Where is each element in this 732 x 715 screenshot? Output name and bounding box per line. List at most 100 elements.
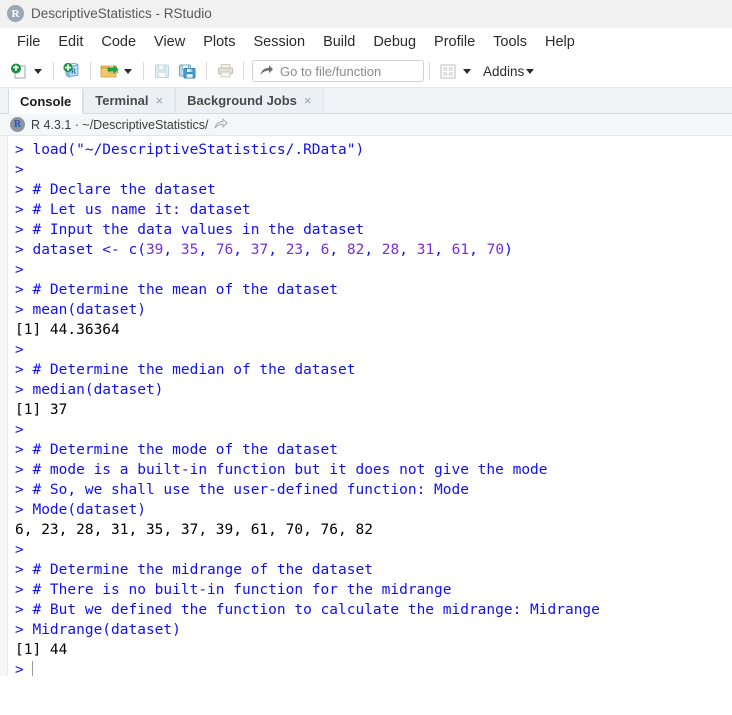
console-text-span: ,	[163, 242, 181, 258]
console-gutter	[0, 136, 8, 676]
console-text-span: ,	[434, 242, 452, 258]
menu-item-view[interactable]: View	[145, 32, 194, 52]
goto-arrow-icon	[259, 64, 274, 78]
console-text-span: ,	[399, 242, 417, 258]
menu-item-session[interactable]: Session	[244, 32, 314, 52]
console-output[interactable]: > load("~/DescriptiveStatistics/.RData")…	[9, 138, 732, 676]
console-text-span: >	[15, 662, 33, 676]
new-project-icon[interactable]: R	[59, 59, 85, 83]
console-pane-tab-bar: Console Terminal × Background Jobs ×	[0, 88, 732, 114]
addins-button[interactable]: Addins	[483, 64, 524, 79]
menu-item-file[interactable]: File	[8, 32, 49, 52]
console-input-line: >	[15, 160, 732, 180]
tab-background-jobs-label: Background Jobs	[187, 93, 297, 108]
console-input-line: > # Input the data values in the dataset	[15, 220, 732, 240]
console-text-span: 39	[145, 242, 164, 258]
console-input-line: > # There is no built-in function for th…	[15, 580, 732, 600]
tab-terminal-label: Terminal	[95, 93, 149, 108]
menu-item-plots[interactable]: Plots	[194, 32, 244, 52]
toolbar-divider	[143, 62, 144, 80]
console-input-line: > # mode is a built-in function but it d…	[15, 460, 732, 480]
page-title: DescriptiveStatistics - RStudio	[31, 6, 212, 21]
close-icon[interactable]: ×	[304, 93, 312, 108]
console-text-span: [1] 44.36364	[15, 322, 120, 338]
console-text-span: ,	[329, 242, 347, 258]
menu-item-help[interactable]: Help	[536, 32, 584, 52]
console-text-span: > # But we defined the function to calcu…	[15, 602, 600, 618]
console-text-span: 61	[451, 242, 470, 258]
new-file-icon[interactable]	[6, 59, 32, 83]
console-output-line: [1] 37	[15, 400, 732, 420]
console-text-span: > # Let us name it: dataset	[15, 202, 251, 218]
console-text-span: > # Input the data values in the dataset	[15, 222, 365, 238]
console-output-line: [1] 44	[15, 640, 732, 660]
menu-item-profile[interactable]: Profile	[425, 32, 484, 52]
save-all-icon[interactable]	[175, 59, 201, 83]
tab-terminal[interactable]: Terminal ×	[83, 88, 176, 113]
menu-bar: File Edit Code View Plots Session Build …	[0, 28, 732, 55]
console-input-line: >	[15, 260, 732, 280]
session-info-bar: R R 4.3.1 · ~/DescriptiveStatistics/	[0, 114, 732, 136]
save-icon[interactable]	[149, 59, 175, 83]
console-text-span: > # There is no built-in function for th…	[15, 582, 452, 598]
console-text-span: ,	[233, 242, 251, 258]
console-text-span: > # Determine the mean of the dataset	[15, 282, 339, 298]
close-icon[interactable]: ×	[156, 93, 164, 108]
console-text-span: [1] 44	[15, 642, 68, 658]
console-text-span: 70	[486, 242, 505, 258]
session-working-directory[interactable]: R 4.3.1 · ~/DescriptiveStatistics/	[31, 118, 209, 132]
print-icon	[212, 59, 238, 83]
console-text-span: > # Determine the median of the dataset	[15, 362, 356, 378]
console-text-span: ,	[268, 242, 286, 258]
console-pane[interactable]: > load("~/DescriptiveStatistics/.RData")…	[0, 136, 732, 676]
console-text-span: 76	[215, 242, 234, 258]
console-input-line: > # Determine the mean of the dataset	[15, 280, 732, 300]
toolbar-divider	[429, 62, 430, 80]
tab-console[interactable]: Console	[8, 89, 84, 114]
console-input-line: > # Declare the dataset	[15, 180, 732, 200]
console-text-span: 35	[180, 242, 199, 258]
addins-dropdown-chevron-down-icon[interactable]	[526, 68, 535, 74]
search-input-placeholder: Go to file/function	[280, 63, 382, 79]
console-text-span: >	[15, 162, 33, 178]
console-input-line: > # Determine the midrange of the datase…	[15, 560, 732, 580]
console-text-span: )	[504, 242, 513, 258]
console-text-span: 82	[346, 242, 365, 258]
console-input-line: > # But we defined the function to calcu…	[15, 600, 732, 620]
menu-item-code[interactable]: Code	[92, 32, 145, 52]
menu-item-build[interactable]: Build	[314, 32, 364, 52]
menu-item-debug[interactable]: Debug	[364, 32, 425, 52]
console-input-line: > dataset <- c(39, 35, 76, 37, 23, 6, 82…	[15, 240, 732, 260]
console-text-span: > mean(dataset)	[15, 302, 146, 318]
tab-console-label: Console	[20, 93, 72, 109]
workspace-panes-icon[interactable]	[435, 59, 461, 83]
toolbar-divider	[90, 62, 91, 80]
new-file-dropdown-chevron-down-icon[interactable]	[34, 68, 42, 74]
console-text-span: > load("~/DescriptiveStatistics/.RData")	[15, 142, 365, 158]
console-input-line: > # Let us name it: dataset	[15, 200, 732, 220]
open-file-dropdown-chevron-down-icon[interactable]	[124, 68, 132, 74]
console-text-span: > Midrange(dataset)	[15, 622, 181, 638]
console-output-line: 6, 23, 28, 31, 35, 37, 39, 61, 70, 76, 8…	[15, 520, 732, 540]
console-text-span: > median(dataset)	[15, 382, 164, 398]
console-input-line: > # Determine the mode of the dataset	[15, 440, 732, 460]
panes-dropdown-chevron-down-icon[interactable]	[463, 68, 471, 74]
console-text-span: ,	[469, 242, 487, 258]
tab-background-jobs[interactable]: Background Jobs ×	[175, 88, 324, 113]
window-title-bar: R DescriptiveStatistics - RStudio	[0, 0, 732, 28]
console-text-span: > # Declare the dataset	[15, 182, 216, 198]
console-input-line: > # Determine the median of the dataset	[15, 360, 732, 380]
text-cursor	[32, 661, 34, 676]
console-text-span: >	[15, 422, 33, 438]
console-text-span: [1] 37	[15, 402, 68, 418]
rstudio-logo-icon: R	[7, 5, 24, 22]
open-in-new-window-icon[interactable]	[213, 118, 228, 131]
console-text-span: >	[15, 262, 33, 278]
open-folder-icon[interactable]	[96, 59, 122, 83]
console-input-line: > load("~/DescriptiveStatistics/.RData")	[15, 140, 732, 160]
console-input-line: >	[15, 420, 732, 440]
menu-item-tools[interactable]: Tools	[484, 32, 536, 52]
menu-item-edit[interactable]: Edit	[49, 32, 92, 52]
console-input-line: > median(dataset)	[15, 380, 732, 400]
search-input[interactable]: Go to file/function	[252, 60, 424, 82]
